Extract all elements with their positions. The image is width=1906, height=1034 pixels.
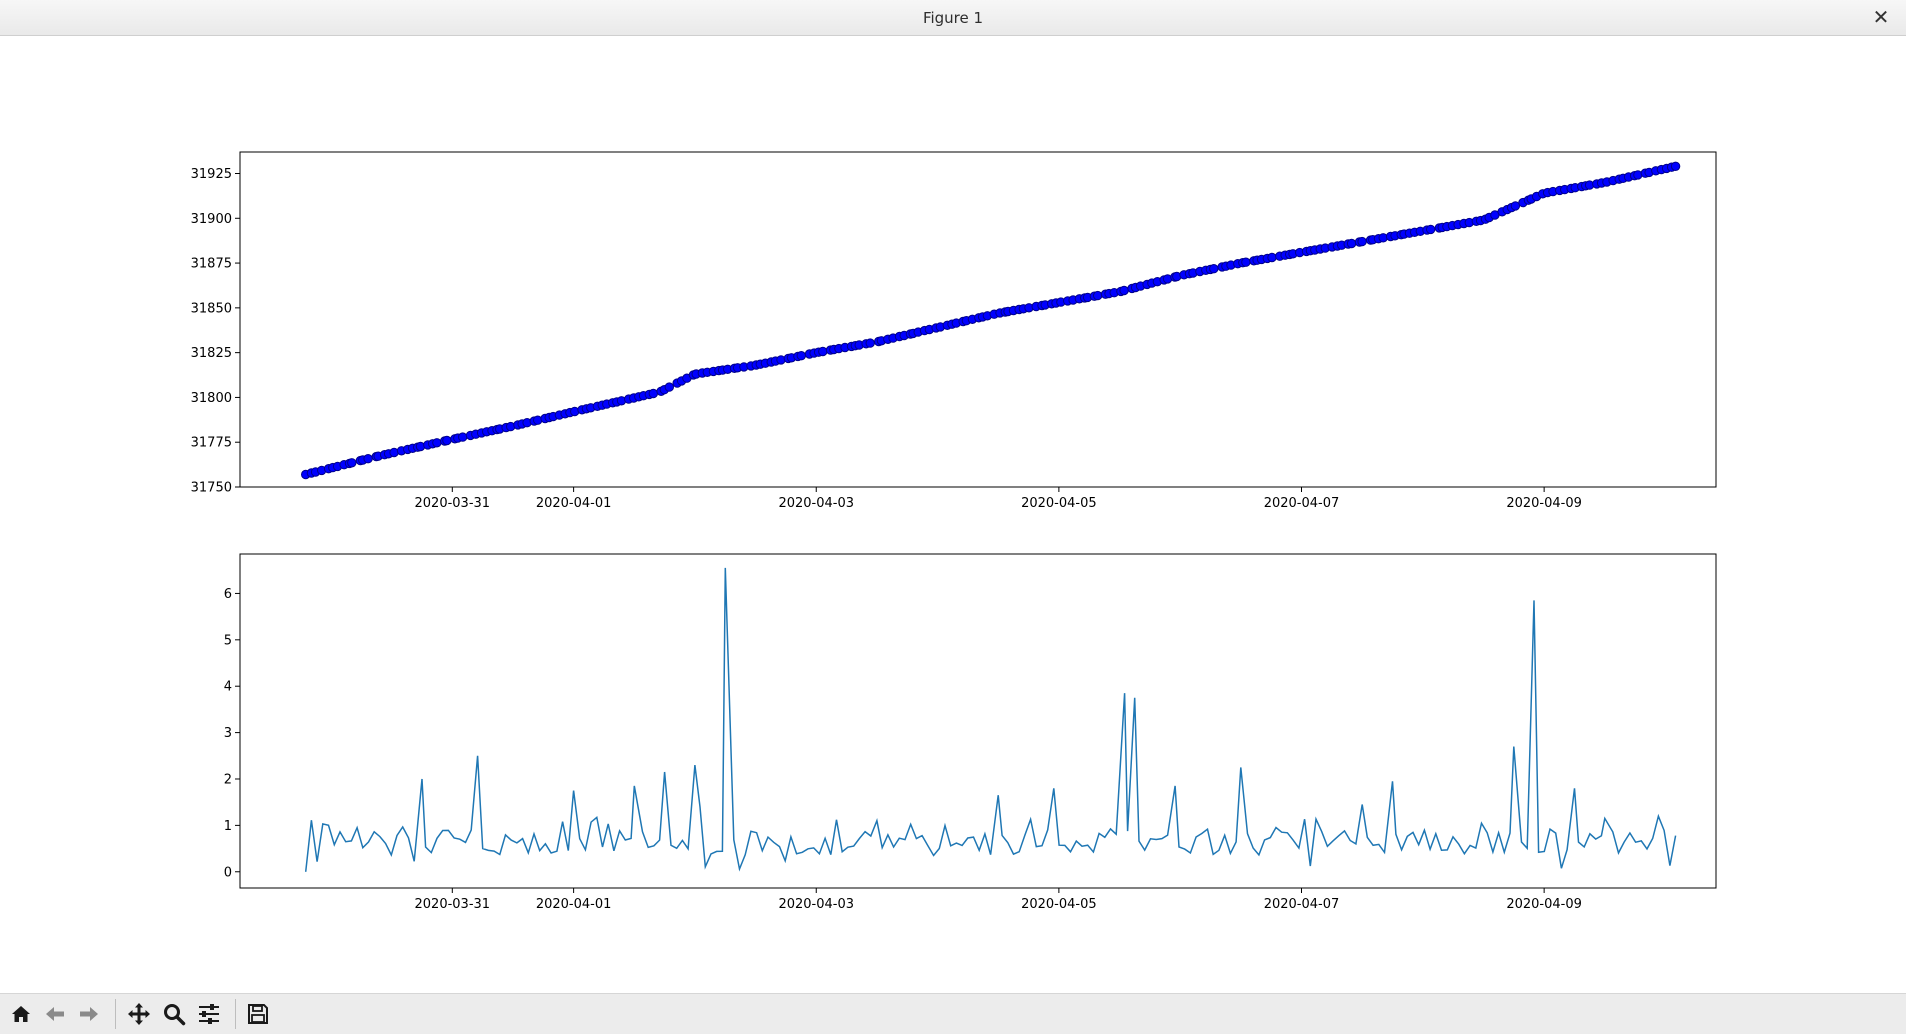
data-point-marker (1241, 257, 1251, 267)
save-icon (248, 1004, 268, 1024)
x-tick-label: 2020-04-03 (778, 897, 854, 912)
y-tick-label: 1 (224, 819, 232, 834)
data-point-marker (1426, 224, 1436, 235)
data-point-marker (1119, 285, 1129, 296)
bottom-series-line (304, 567, 1677, 872)
x-tick-label: 2020-04-07 (1264, 496, 1340, 511)
x-tick-label: 2020-04-07 (1264, 897, 1340, 912)
zoom-icon (164, 1004, 186, 1026)
save-button[interactable] (244, 1000, 272, 1028)
data-point-marker (1670, 161, 1681, 172)
y-tick-label: 31800 (191, 391, 232, 406)
forward-arrow-icon (80, 1007, 98, 1021)
y-tick-label: 31850 (191, 301, 232, 316)
data-point-marker (363, 454, 373, 464)
y-tick-label: 2 (224, 772, 232, 787)
y-tick-label: 31750 (191, 481, 232, 496)
x-tick-label: 2020-04-01 (536, 496, 612, 511)
configure-subplots-button[interactable] (195, 1000, 223, 1028)
data-point-marker (1267, 252, 1277, 263)
y-tick-label: 5 (224, 633, 232, 648)
data-point-marker (1209, 264, 1219, 274)
figure-canvas: 2020-03-31 2020-04-01 2020-04-03 2020-04-05… (0, 36, 1906, 993)
home-button[interactable] (7, 1000, 35, 1028)
data-point-marker (432, 438, 442, 448)
y-tick-label: 31825 (191, 346, 232, 361)
data-point-marker (865, 338, 875, 348)
back-arrow-icon (46, 1007, 64, 1021)
y-tick-label: 31875 (191, 257, 232, 272)
y-tick-label: 6 (224, 587, 232, 602)
configure-subplots-icon (199, 1004, 219, 1024)
data-point-marker (442, 435, 452, 446)
pan-icon (128, 1003, 150, 1025)
x-tick-label: 2020-04-03 (778, 496, 854, 511)
navigation-toolbar (0, 993, 1906, 1034)
toolbar-separator (115, 999, 116, 1029)
x-tick-label: 2020-04-01 (536, 897, 612, 912)
window-title: Figure 1 (922, 9, 984, 27)
data-point-marker (818, 346, 828, 357)
y-tick-label: 3 (224, 726, 232, 741)
x-tick-label: 2020-04-05 (1021, 496, 1097, 511)
x-tick-label: 2020-04-05 (1021, 897, 1097, 912)
close-icon[interactable]: ✕ (1870, 5, 1892, 29)
zoom-button[interactable] (160, 1000, 188, 1028)
y-tick-label: 31900 (191, 212, 232, 227)
data-point-marker (1093, 290, 1103, 301)
y-tick-label: 0 (224, 865, 232, 880)
data-point-marker (1357, 236, 1367, 247)
data-point-marker (648, 388, 658, 399)
data-point-marker (458, 432, 468, 442)
x-tick-label: 2020-03-31 (415, 496, 491, 511)
y-tick-label: 31925 (191, 167, 232, 182)
x-tick-label: 2020-04-09 (1506, 496, 1582, 511)
toolbar-separator (235, 999, 236, 1029)
back-button[interactable] (41, 1000, 69, 1028)
home-icon (12, 1006, 30, 1022)
window-titlebar: Figure 1 ✕ (0, 0, 1906, 36)
figure-svg: 2020-03-31 2020-04-01 2020-04-03 2020-04-05… (191, 151, 1717, 912)
pan-button[interactable] (125, 1000, 153, 1028)
forward-button[interactable] (75, 1000, 103, 1028)
data-point-marker (796, 351, 806, 361)
data-point-marker (1346, 238, 1357, 249)
x-tick-label: 2020-04-09 (1506, 897, 1582, 912)
y-tick-label: 4 (224, 680, 232, 695)
x-tick-label: 2020-03-31 (415, 897, 491, 912)
bottom-axes-frame (239, 553, 1717, 889)
data-point-marker (347, 458, 357, 468)
y-tick-label: 31775 (191, 436, 232, 451)
data-point-marker (664, 382, 674, 392)
